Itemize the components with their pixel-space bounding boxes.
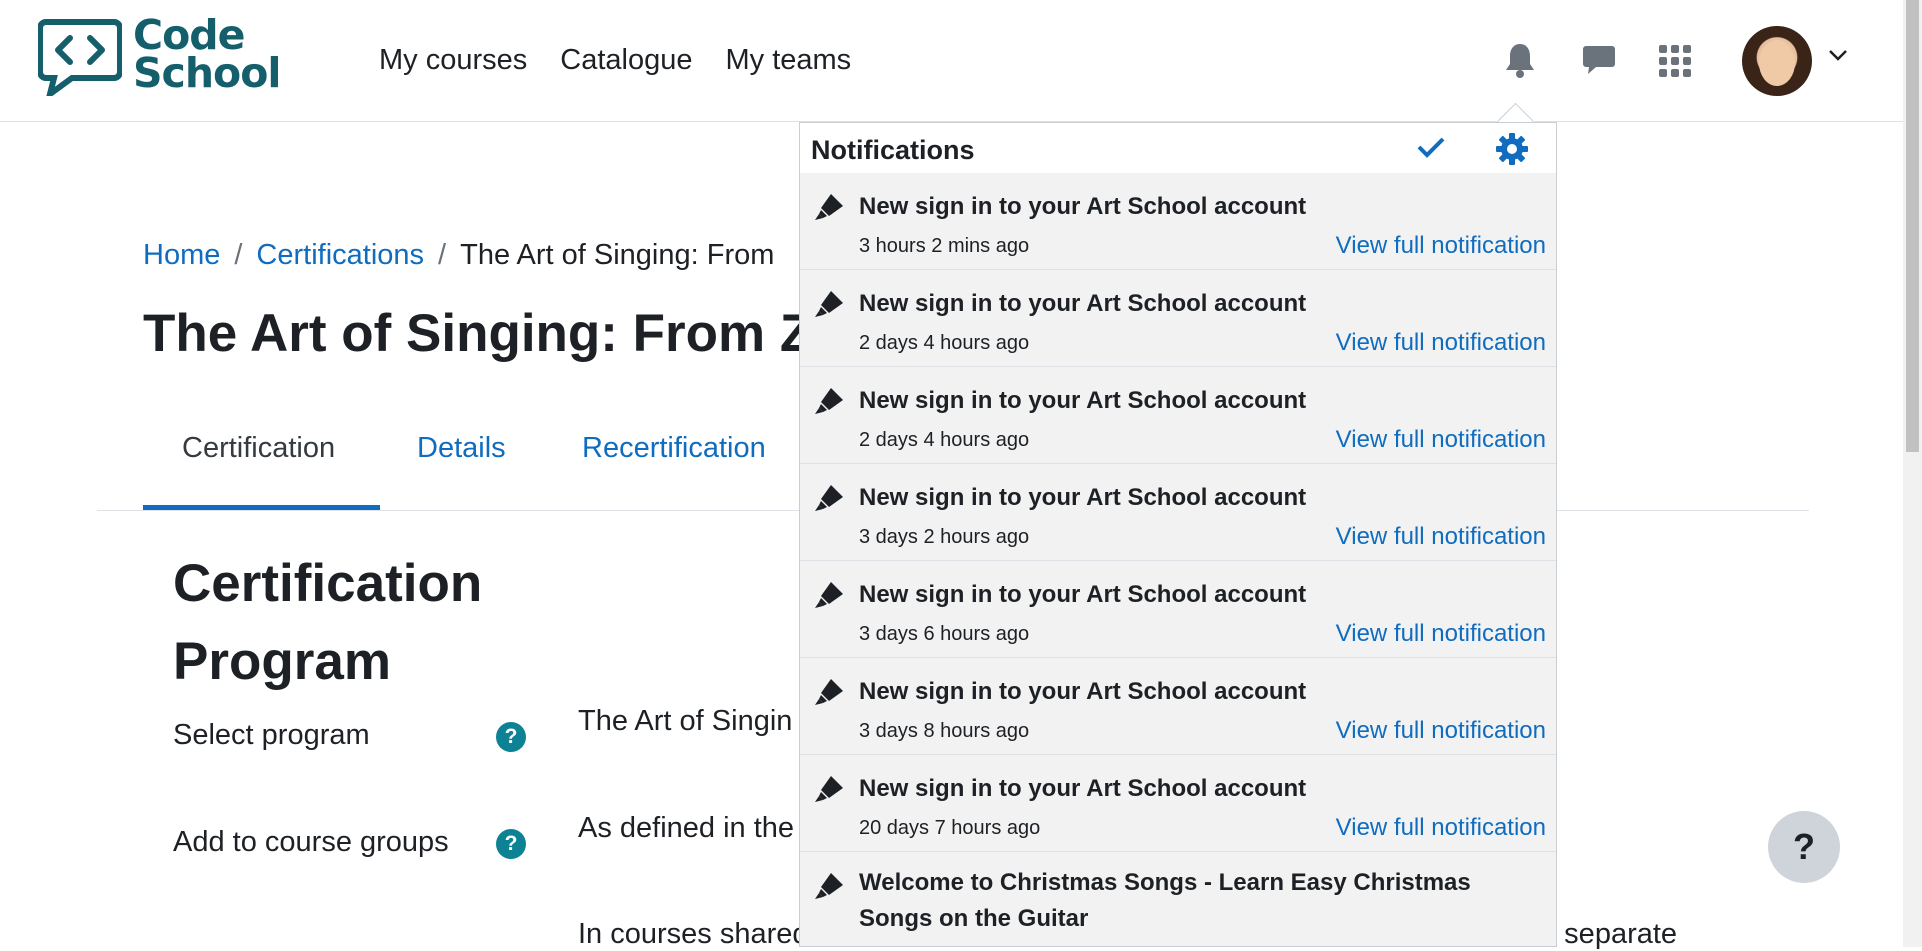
select-program-value: The Art of Singin: [578, 705, 793, 737]
notification-time: 3 days 6 hours ago: [859, 623, 1030, 645]
view-full-notification-link[interactable]: View full notification: [1336, 620, 1546, 648]
notification-time: 3 days 2 hours ago: [859, 526, 1030, 548]
active-tab-indicator: [143, 505, 380, 510]
notification-item[interactable]: New sign in to your Art School account 3…: [800, 464, 1556, 561]
check-icon[interactable]: [1416, 135, 1446, 159]
breadcrumb-separator: /: [234, 239, 243, 271]
nav-catalogue[interactable]: Catalogue: [560, 44, 692, 77]
breadcrumb-certifications[interactable]: Certifications: [256, 239, 424, 272]
breadcrumb-home[interactable]: Home: [143, 239, 220, 272]
help-icon[interactable]: ?: [496, 722, 526, 752]
avatar-face: [1759, 40, 1795, 86]
notification-time: 3 hours 2 mins ago: [859, 235, 1030, 257]
view-full-notification-link[interactable]: View full notification: [1336, 329, 1546, 357]
view-full-notification-link[interactable]: View full notification: [1336, 232, 1546, 260]
tab-certification[interactable]: Certification: [182, 432, 335, 465]
primary-nav: My courses Catalogue My teams: [379, 44, 851, 77]
highlighter-icon: [815, 873, 843, 899]
breadcrumb-separator: /: [438, 239, 447, 271]
notification-item[interactable]: New sign in to your Art School account 3…: [800, 561, 1556, 658]
breadcrumb: Home / Certifications / The Art of Singi…: [143, 239, 774, 272]
highlighter-icon: [815, 194, 843, 220]
code-logo-icon: [38, 19, 122, 96]
logo-text: Code School: [133, 15, 281, 97]
notification-title: New sign in to your Art School account: [859, 775, 1307, 802]
notification-item[interactable]: Welcome to Christmas Songs - Learn Easy …: [800, 852, 1556, 946]
select-program-label: Select program: [173, 719, 370, 751]
nav-my-teams[interactable]: My teams: [725, 44, 851, 77]
highlighter-icon: [815, 582, 843, 608]
help-icon[interactable]: ?: [496, 829, 526, 859]
site-logo[interactable]: Code School: [38, 15, 281, 97]
view-full-notification-link[interactable]: View full notification: [1336, 523, 1546, 551]
highlighter-icon: [815, 679, 843, 705]
view-full-notification-link[interactable]: View full notification: [1336, 814, 1546, 842]
navbar: Code School My courses Catalogue My team…: [0, 0, 1922, 122]
view-full-notification-link[interactable]: View full notification: [1336, 717, 1546, 745]
view-full-notification-link[interactable]: View full notification: [1336, 426, 1546, 454]
notification-time: 20 days 7 hours ago: [859, 817, 1041, 839]
grid-icon[interactable]: [1659, 45, 1691, 77]
notification-time: 3 days 8 hours ago: [859, 720, 1030, 742]
section-title: Certification Program: [173, 554, 483, 691]
notification-title: New sign in to your Art School account: [859, 387, 1307, 414]
notifications-title: Notifications: [811, 135, 975, 165]
notification-title: Welcome to Christmas Songs - Learn Easy …: [859, 869, 1471, 932]
highlighter-icon: [815, 776, 843, 802]
notification-time: 2 days 4 hours ago: [859, 332, 1030, 354]
chevron-down-icon[interactable]: [1828, 48, 1848, 62]
notification-time: 2 days 4 hours ago: [859, 429, 1030, 451]
logo-line-2: School: [133, 49, 281, 97]
message-icon[interactable]: [1582, 44, 1616, 76]
nav-my-courses[interactable]: My courses: [379, 44, 527, 77]
notifications-popover: Notifications New sign in to your Art Sc…: [799, 122, 1557, 947]
notification-item[interactable]: New sign in to your Art School account 2…: [800, 367, 1556, 464]
scrollbar-thumb[interactable]: [1906, 0, 1919, 452]
notification-title: New sign in to your Art School account: [859, 484, 1307, 511]
breadcrumb-current: The Art of Singing: From: [460, 239, 775, 271]
shared-courses-text: In courses shared: [578, 918, 809, 950]
notification-title: New sign in to your Art School account: [859, 193, 1307, 220]
user-avatar[interactable]: [1742, 26, 1812, 96]
highlighter-icon: [815, 485, 843, 511]
highlighter-icon: [815, 388, 843, 414]
tab-recertification[interactable]: Recertification: [582, 432, 766, 465]
notifications-header: Notifications: [800, 123, 1556, 174]
tab-details[interactable]: Details: [417, 432, 506, 465]
gear-icon[interactable]: [1496, 133, 1528, 165]
notification-item[interactable]: New sign in to your Art School account 2…: [800, 755, 1556, 852]
notification-title: New sign in to your Art School account: [859, 678, 1307, 705]
notification-item[interactable]: New sign in to your Art School account 2…: [800, 270, 1556, 367]
notification-title: New sign in to your Art School account: [859, 290, 1307, 317]
notification-title: New sign in to your Art School account: [859, 581, 1307, 608]
notification-item[interactable]: New sign in to your Art School account 3…: [800, 173, 1556, 270]
highlighter-icon: [815, 291, 843, 317]
trailing-text: o separate: [1540, 918, 1678, 950]
course-groups-label: Add to course groups: [173, 826, 449, 858]
help-button[interactable]: ?: [1768, 811, 1840, 883]
bell-icon[interactable]: [1504, 42, 1536, 78]
page-title: The Art of Singing: From Z: [143, 304, 813, 363]
notification-item[interactable]: New sign in to your Art School account 3…: [800, 658, 1556, 755]
course-groups-value: As defined in the: [578, 812, 795, 844]
